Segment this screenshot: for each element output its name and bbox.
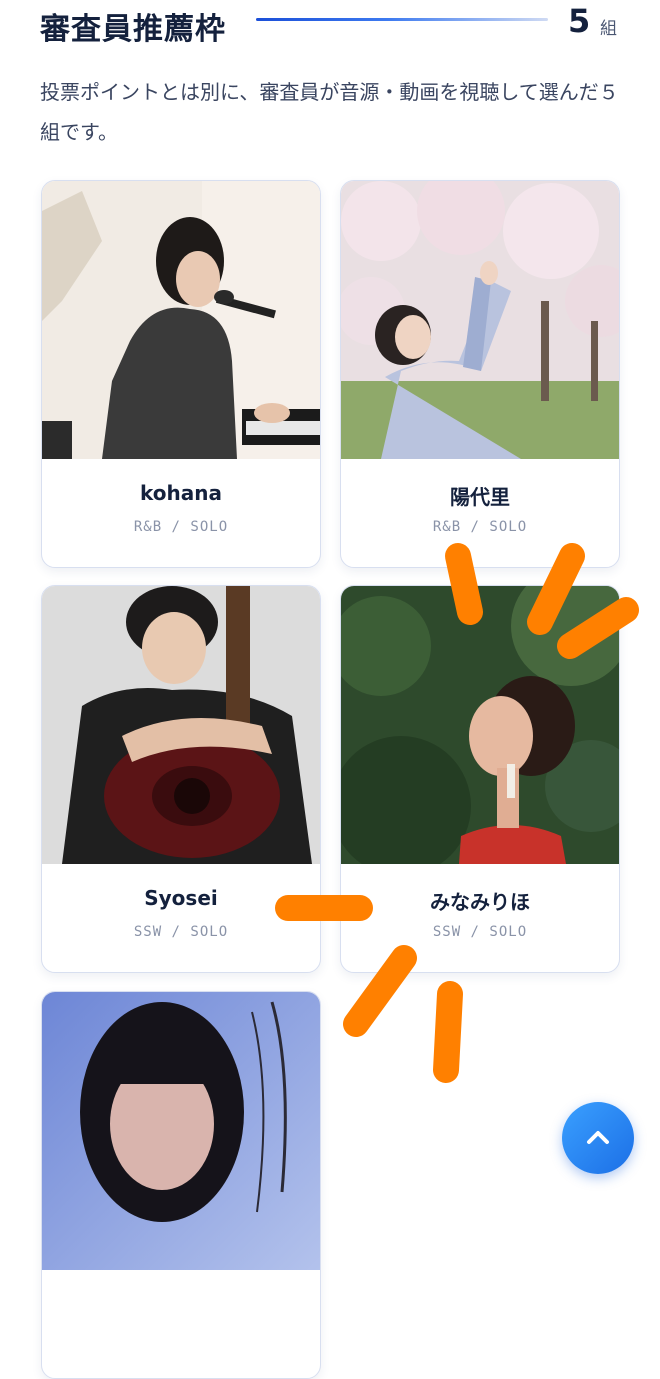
section-description: 投票ポイントとは別に、審査員が音源・動画を視聴して選んだ５組です。 <box>40 80 619 144</box>
scroll-to-top-button[interactable] <box>562 1102 634 1174</box>
artist-name: Syosei <box>144 886 218 910</box>
artist-card-kohana[interactable]: kohana R&B / SOLO <box>41 180 321 568</box>
title-divider <box>256 18 548 21</box>
artist-card-hiyori[interactable]: 陽代里 R&B / SOLO <box>340 180 620 568</box>
artist-genre: SSW / SOLO <box>432 924 528 940</box>
section-title: 審査員推薦枠 <box>40 12 226 47</box>
artist-card-minamiriho[interactable]: みなみりほ SSW / SOLO <box>340 585 620 973</box>
artist-genre: SSW / SOLO <box>133 924 229 940</box>
artist-genre: R&B / SOLO <box>133 519 229 535</box>
artist-photo <box>341 181 619 459</box>
artist-card-syosei[interactable]: Syosei SSW / SOLO <box>41 585 321 973</box>
artist-name: kohana <box>140 481 222 505</box>
group-count-unit: 組 <box>600 19 617 39</box>
artist-photo <box>341 586 619 864</box>
section-header: 審査員推薦枠 5 組 <box>0 0 660 60</box>
artist-card-5[interactable] <box>41 991 321 1379</box>
group-count: 5 <box>568 2 591 40</box>
artist-photo <box>42 586 320 864</box>
chevron-up-icon <box>587 1131 609 1144</box>
artist-photo <box>42 992 320 1270</box>
artist-genre: R&B / SOLO <box>432 519 528 535</box>
artist-name: みなみりほ <box>430 890 530 914</box>
artist-name: 陽代里 <box>450 485 510 509</box>
artist-photo <box>42 181 320 459</box>
